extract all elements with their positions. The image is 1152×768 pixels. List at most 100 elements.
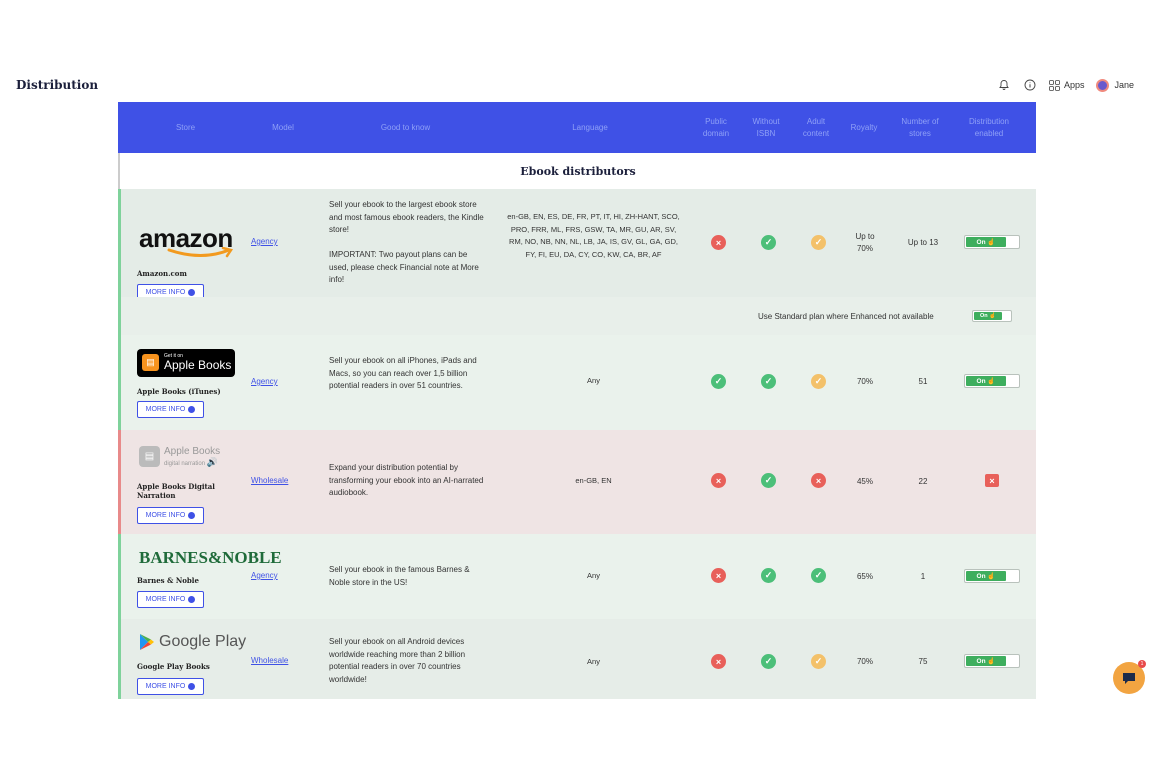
plan-toggle[interactable]: On ☝ (972, 310, 1012, 322)
more-info-label: MORE INFO (145, 289, 186, 296)
top-actions: Apps Jane (997, 78, 1134, 92)
more-info-button[interactable]: MORE INFO (137, 401, 204, 418)
public-domain-no-icon: × (711, 654, 726, 669)
chat-notification-badge: 1 (1138, 660, 1146, 668)
store-description: Sell your ebook to the largest ebook sto… (329, 199, 487, 287)
public-domain-no-icon: × (711, 235, 726, 250)
model-link[interactable]: Agency (251, 571, 278, 580)
hand-icon: ☝ (987, 378, 996, 385)
distribution-disabled-icon[interactable]: × (985, 474, 999, 487)
chevron-circle-icon (188, 683, 196, 690)
store-name: Apple Books Digital Narration (137, 482, 215, 500)
store-name: Barnes & Noble (137, 576, 199, 585)
hand-icon: ☝ (987, 573, 996, 580)
without-isbn-yes-icon: ✓ (761, 473, 776, 488)
chevron-circle-icon (188, 512, 196, 519)
hand-icon: ☝ (987, 239, 996, 246)
more-info-button[interactable]: MORE INFO (137, 507, 204, 524)
speaker-icon: 🔊 (206, 457, 218, 467)
distribution-table: Store Model Good to know Language Public… (118, 102, 1036, 699)
grid-icon (1049, 79, 1060, 91)
model-link[interactable]: Wholesale (251, 476, 288, 485)
model-link[interactable]: Wholesale (251, 656, 288, 665)
table-row-amazon: amazon Amazon.com MORE INFO Agency Sell … (118, 189, 1036, 335)
apps-button[interactable]: Apps (1049, 79, 1084, 91)
without-isbn-yes-icon: ✓ (761, 235, 776, 250)
more-info-label: MORE INFO (145, 512, 186, 519)
public-domain-yes-icon: ✓ (711, 374, 726, 389)
more-info-button[interactable]: MORE INFO (137, 678, 204, 695)
distribution-toggle[interactable]: On ☝ (964, 654, 1020, 668)
chevron-circle-icon (188, 289, 196, 296)
royalty: 70% (856, 657, 873, 666)
logo-small-text: digital narration 🔊 (164, 457, 218, 467)
table-row-google-play: Google Play Google Play Books MORE INFO … (118, 619, 1036, 699)
col-distribution-enabled: Distribution enabled (968, 116, 1009, 138)
languages: en-GB, EN, ES, DE, FR, PT, IT, HI, ZH-HA… (507, 212, 680, 259)
logo-text: Apple Books (164, 358, 232, 372)
model-link[interactable]: Agency (251, 377, 278, 386)
without-isbn-yes-icon: ✓ (761, 374, 776, 389)
distribution-toggle[interactable]: On ☝ (964, 235, 1020, 249)
more-info-button[interactable]: MORE INFO (137, 591, 204, 608)
col-model: Model (272, 122, 294, 132)
adult-content-warn-icon: ✓ (811, 235, 826, 250)
store-name: Google Play Books (137, 662, 210, 671)
model-link[interactable]: Agency (251, 237, 278, 246)
adult-content-yes-icon: ✓ (811, 568, 826, 583)
col-good-to-know: Good to know (380, 122, 431, 132)
store-description: Sell your ebook in the famous Barnes & N… (329, 565, 470, 587)
info-icon[interactable] (1023, 78, 1037, 92)
toggle-on-label: On ☝ (966, 237, 1006, 247)
without-isbn-yes-icon: ✓ (761, 654, 776, 669)
store-description: Sell your ebook on all Android devices w… (329, 637, 466, 684)
col-language: Language (572, 122, 608, 132)
store-description: Expand your distribution potential by tr… (329, 463, 484, 497)
toggle-on-label: On ☝ (966, 571, 1006, 581)
distribution-toggle[interactable]: On ☝ (964, 374, 1020, 388)
adult-content-warn-icon: ✓ (811, 654, 826, 669)
barnes-noble-logo: BARNES&NOBLE (139, 548, 282, 567)
adult-content-warn-icon: ✓ (811, 374, 826, 389)
royalty: Up to 70% (855, 232, 875, 253)
toggle-on-label: On ☝ (966, 376, 1006, 386)
royalty: 65% (856, 572, 873, 581)
col-royalty: Royalty (850, 122, 878, 132)
public-domain-no-icon: × (711, 568, 726, 583)
logo-text: Apple Books (164, 446, 221, 457)
languages: Any (587, 571, 600, 580)
languages: Any (587, 657, 600, 666)
desc-part-1: Sell your ebook to the largest ebook sto… (329, 200, 484, 234)
bell-icon[interactable] (997, 78, 1011, 92)
public-domain-no-icon: × (711, 473, 726, 488)
number-of-stores: 75 (918, 657, 928, 666)
apple-books-narration-logo: ▤ Apple Books digital narration 🔊 (139, 446, 239, 470)
book-icon: ▤ (139, 446, 160, 467)
logo-text: Google Play (159, 633, 247, 650)
section-title: Ebook distributors (118, 153, 1036, 189)
chat-bubble-icon (1123, 673, 1135, 684)
store-name: Amazon.com (137, 269, 187, 278)
distribution-toggle[interactable]: On ☝ (964, 569, 1020, 583)
plan-note: Use Standard plan where Enhanced not ava… (758, 312, 934, 321)
col-store: Store (175, 122, 196, 132)
number-of-stores: 1 (920, 572, 926, 581)
languages: Any (587, 376, 600, 385)
number-of-stores: 51 (918, 377, 928, 386)
desc-part-2: IMPORTANT: Two payout plans can be used,… (329, 250, 479, 284)
page-title: Distribution (16, 78, 99, 92)
top-bar: Distribution Apps Jane (0, 68, 1152, 102)
col-public-domain: Public domain (702, 116, 730, 138)
user-menu[interactable]: Jane (1096, 78, 1134, 92)
amazon-smile-icon (167, 247, 234, 258)
table-row-barnes-noble: BARNES&NOBLE Barnes & Noble MORE INFO Ag… (118, 534, 1036, 619)
google-play-logo: Google Play (139, 633, 246, 651)
royalty: 70% (856, 377, 873, 386)
user-name: Jane (1114, 80, 1134, 90)
book-icon: ▤ (142, 354, 159, 371)
number-of-stores: Up to 13 (907, 238, 939, 247)
adult-content-no-icon: × (811, 473, 826, 488)
toggle-on-label: On ☝ (974, 312, 1002, 320)
more-info-label: MORE INFO (145, 596, 186, 603)
royalty: 45% (856, 477, 873, 486)
